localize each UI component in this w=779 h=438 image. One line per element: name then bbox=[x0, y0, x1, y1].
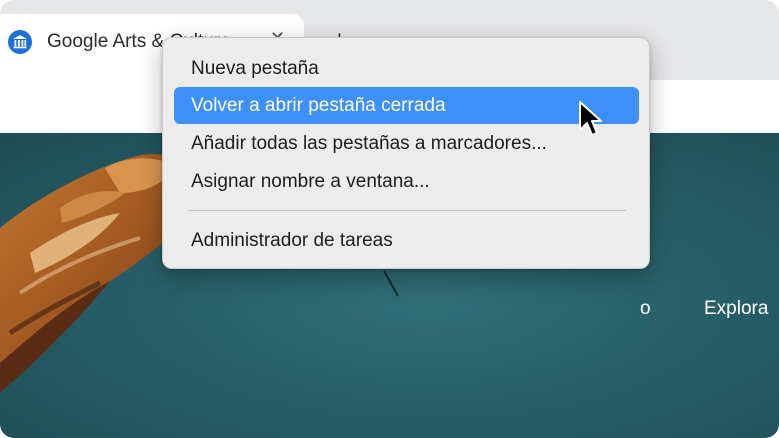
menu-item-name-window[interactable]: Asignar nombre a ventana... bbox=[174, 163, 639, 200]
menu-item-new-tab[interactable]: Nueva pestaña bbox=[174, 50, 639, 87]
museum-icon bbox=[8, 30, 32, 54]
mouse-pointer-icon bbox=[579, 101, 602, 136]
menu-item-bookmark-all-tabs[interactable]: Añadir todas las pestañas a marcadores..… bbox=[174, 125, 639, 162]
nav-explore-link[interactable]: Explora bbox=[704, 298, 768, 320]
nav-item-partial[interactable]: o bbox=[640, 298, 651, 320]
menu-item-task-manager[interactable]: Administrador de tareas bbox=[174, 222, 639, 259]
browser-window: Google Arts & Culture ✕ + bbox=[0, 0, 779, 438]
tab-context-menu: Nueva pestaña Volver a abrir pestaña cer… bbox=[162, 37, 650, 269]
menu-separator bbox=[188, 210, 626, 211]
menu-item-reopen-closed-tab[interactable]: Volver a abrir pestaña cerrada bbox=[174, 87, 639, 124]
